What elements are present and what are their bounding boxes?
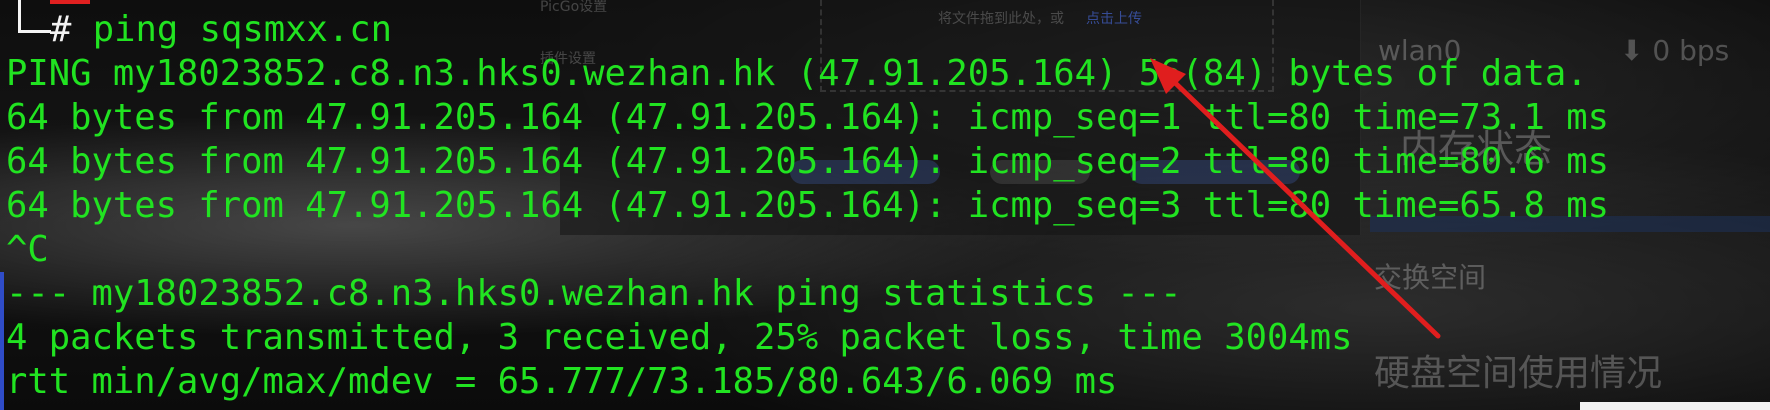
prompt-user-segment	[50, 0, 90, 4]
prompt-corner-glyph	[18, 0, 51, 33]
command-text: ping sqsmxx.cn	[71, 9, 392, 50]
output-line-reply-3: 64 bytes from 47.91.205.164 (47.91.205.1…	[6, 185, 1609, 226]
output-line-reply-2: 64 bytes from 47.91.205.164 (47.91.205.1…	[6, 141, 1609, 182]
output-line-ping-header: PING my18023852.c8.n3.hks0.wezhan.hk (47…	[6, 53, 1588, 94]
output-line-rtt-summary: rtt min/avg/max/mdev = 65.777/73.185/80.…	[6, 361, 1118, 402]
output-line-statistics-header: --- my18023852.c8.n3.hks0.wezhan.hk ping…	[6, 273, 1182, 314]
output-line-packet-summary: 4 packets transmitted, 3 received, 25% p…	[6, 317, 1353, 358]
output-line-reply-1: 64 bytes from 47.91.205.164 (47.91.205.1…	[6, 97, 1609, 138]
terminal-output[interactable]: # ping sqsmxx.cn PING my18023852.c8.n3.h…	[6, 0, 1766, 410]
prompt-symbol: #	[50, 9, 72, 50]
window-edge-accent	[0, 272, 4, 410]
command-line: # ping sqsmxx.cn	[50, 8, 392, 52]
output-line-interrupt: ^C	[6, 229, 49, 270]
